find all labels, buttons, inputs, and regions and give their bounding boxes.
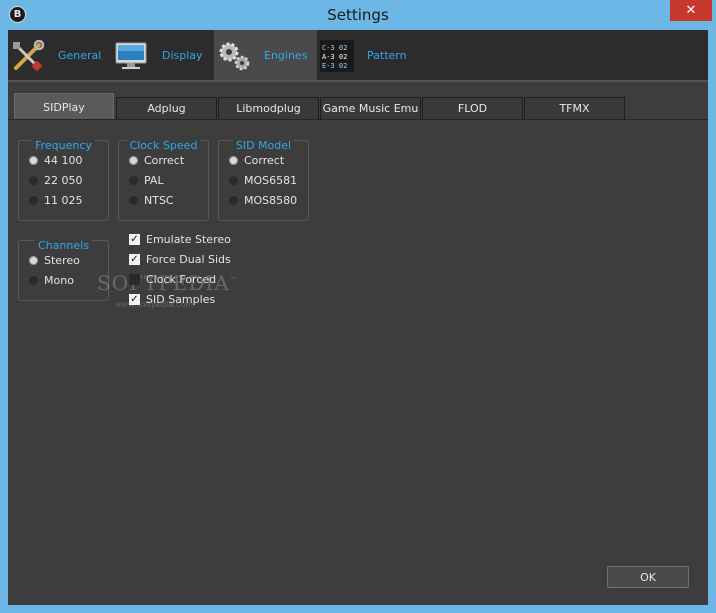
radio-dot[interactable] — [229, 155, 238, 165]
radio-label: MOS8580 — [244, 194, 298, 207]
radio-sid-mos8580[interactable]: MOS8580 — [229, 191, 297, 211]
nav-pattern-label: Pattern — [367, 49, 407, 62]
nav-engines-label: Engines — [264, 49, 308, 62]
radio-label: 11 025 — [44, 194, 83, 207]
tab-adplug[interactable]: Adplug — [116, 97, 217, 119]
close-button[interactable]: ✕ — [670, 0, 712, 21]
tab-flod[interactable]: FLOD — [422, 97, 523, 119]
radio-channels-stereo[interactable]: Stereo — [29, 251, 80, 271]
radio-dot[interactable] — [129, 175, 138, 185]
radio-sid-mos6581[interactable]: MOS6581 — [229, 171, 297, 191]
radio-clock-ntsc[interactable]: NTSC — [129, 191, 174, 211]
ok-button[interactable]: OK — [607, 566, 689, 588]
channels-group: Channels Stereo Mono — [18, 239, 109, 301]
radio-channels-mono[interactable]: Mono — [29, 271, 74, 291]
tools-icon — [13, 40, 45, 71]
pattern-line-3: E-3 02 — [322, 62, 347, 70]
engine-tabs: SIDPlay Adplug Libmodplug Game Music Emu… — [8, 93, 708, 121]
checkbox-label: Emulate Stereo — [146, 233, 231, 246]
radio-dot[interactable] — [29, 175, 38, 185]
settings-window: B Settings ✕ General Display Engines C-3… — [0, 0, 716, 613]
radio-freq-44100[interactable]: 44 100 — [29, 151, 83, 171]
radio-label: NTSC — [144, 194, 174, 207]
radio-dot[interactable] — [29, 155, 38, 165]
monitor-icon — [115, 42, 147, 69]
radio-dot[interactable] — [129, 155, 138, 165]
sid-model-group: SID Model Correct MOS6581 MOS8580 — [218, 139, 309, 221]
checkbox-label: Force Dual Sids — [146, 253, 231, 266]
radio-freq-11025[interactable]: 11 025 — [29, 191, 83, 211]
radio-label: Stereo — [44, 254, 80, 267]
check-icon[interactable]: ✓ — [129, 233, 140, 245]
radio-dot[interactable] — [29, 195, 38, 205]
checkbox-sid-samples[interactable]: ✓ SID Samples — [129, 290, 215, 310]
tab-libmodplug[interactable]: Libmodplug — [218, 97, 319, 119]
radio-clock-pal[interactable]: PAL — [129, 171, 164, 191]
nav-general[interactable]: General — [8, 30, 111, 80]
checkbox-label: Clock Forced — [146, 273, 217, 286]
radio-sid-correct[interactable]: Correct — [229, 151, 284, 171]
tab-game-music-emu[interactable]: Game Music Emu — [320, 97, 421, 119]
tab-divider — [8, 119, 708, 120]
radio-dot[interactable] — [29, 255, 38, 265]
radio-freq-22050[interactable]: 22 050 — [29, 171, 83, 191]
pattern-icon: C-3 02 A-3 02 E-3 02 — [320, 40, 354, 72]
radio-label: Correct — [144, 154, 185, 167]
checkbox-force-dual-sids[interactable]: ✓ Force Dual Sids — [129, 250, 231, 270]
radio-dot[interactable] — [229, 195, 238, 205]
radio-label: 44 100 — [44, 154, 83, 167]
tab-sidplay[interactable]: SIDPlay — [14, 93, 114, 120]
radio-dot[interactable] — [29, 275, 38, 285]
gears-icon — [219, 42, 250, 71]
category-nav: General Display Engines C-3 02 A-3 02 E-… — [8, 30, 708, 80]
checkbox-clock-forced[interactable]: Clock Forced — [129, 270, 216, 290]
checkbox-label: SID Samples — [146, 293, 216, 306]
nav-general-label: General — [58, 49, 102, 62]
checkbox-emulate-stereo[interactable]: ✓ Emulate Stereo — [129, 230, 231, 250]
window-title: Settings — [327, 6, 389, 24]
radio-dot[interactable] — [229, 175, 238, 185]
frequency-group: Frequency 44 100 22 050 11 025 — [18, 139, 109, 221]
radio-dot[interactable] — [129, 195, 138, 205]
pattern-line-2: A-3 02 — [322, 53, 347, 61]
check-icon[interactable]: ✓ — [129, 293, 140, 305]
nav-divider — [8, 80, 708, 82]
radio-label: 22 050 — [44, 174, 83, 187]
pattern-line-1: C-3 02 — [322, 44, 347, 52]
nav-engines[interactable]: Engines — [214, 30, 317, 80]
nav-display[interactable]: Display — [111, 30, 214, 80]
radio-label: Correct — [244, 154, 285, 167]
checkbox-box[interactable] — [129, 273, 140, 285]
check-icon[interactable]: ✓ — [129, 253, 140, 265]
settings-panel: General Display Engines C-3 02 A-3 02 E-… — [8, 30, 708, 605]
clock-speed-group: Clock Speed Correct PAL NTSC — [118, 139, 209, 221]
radio-label: MOS6581 — [244, 174, 298, 187]
nav-pattern[interactable]: C-3 02 A-3 02 E-3 02 Pattern — [317, 30, 420, 80]
radio-clock-correct[interactable]: Correct — [129, 151, 184, 171]
tab-tfmx[interactable]: TFMX — [524, 97, 625, 119]
radio-label: Mono — [44, 274, 74, 287]
title-bar[interactable]: B Settings ✕ — [0, 0, 716, 30]
nav-display-label: Display — [162, 49, 203, 62]
radio-label: PAL — [144, 174, 164, 187]
